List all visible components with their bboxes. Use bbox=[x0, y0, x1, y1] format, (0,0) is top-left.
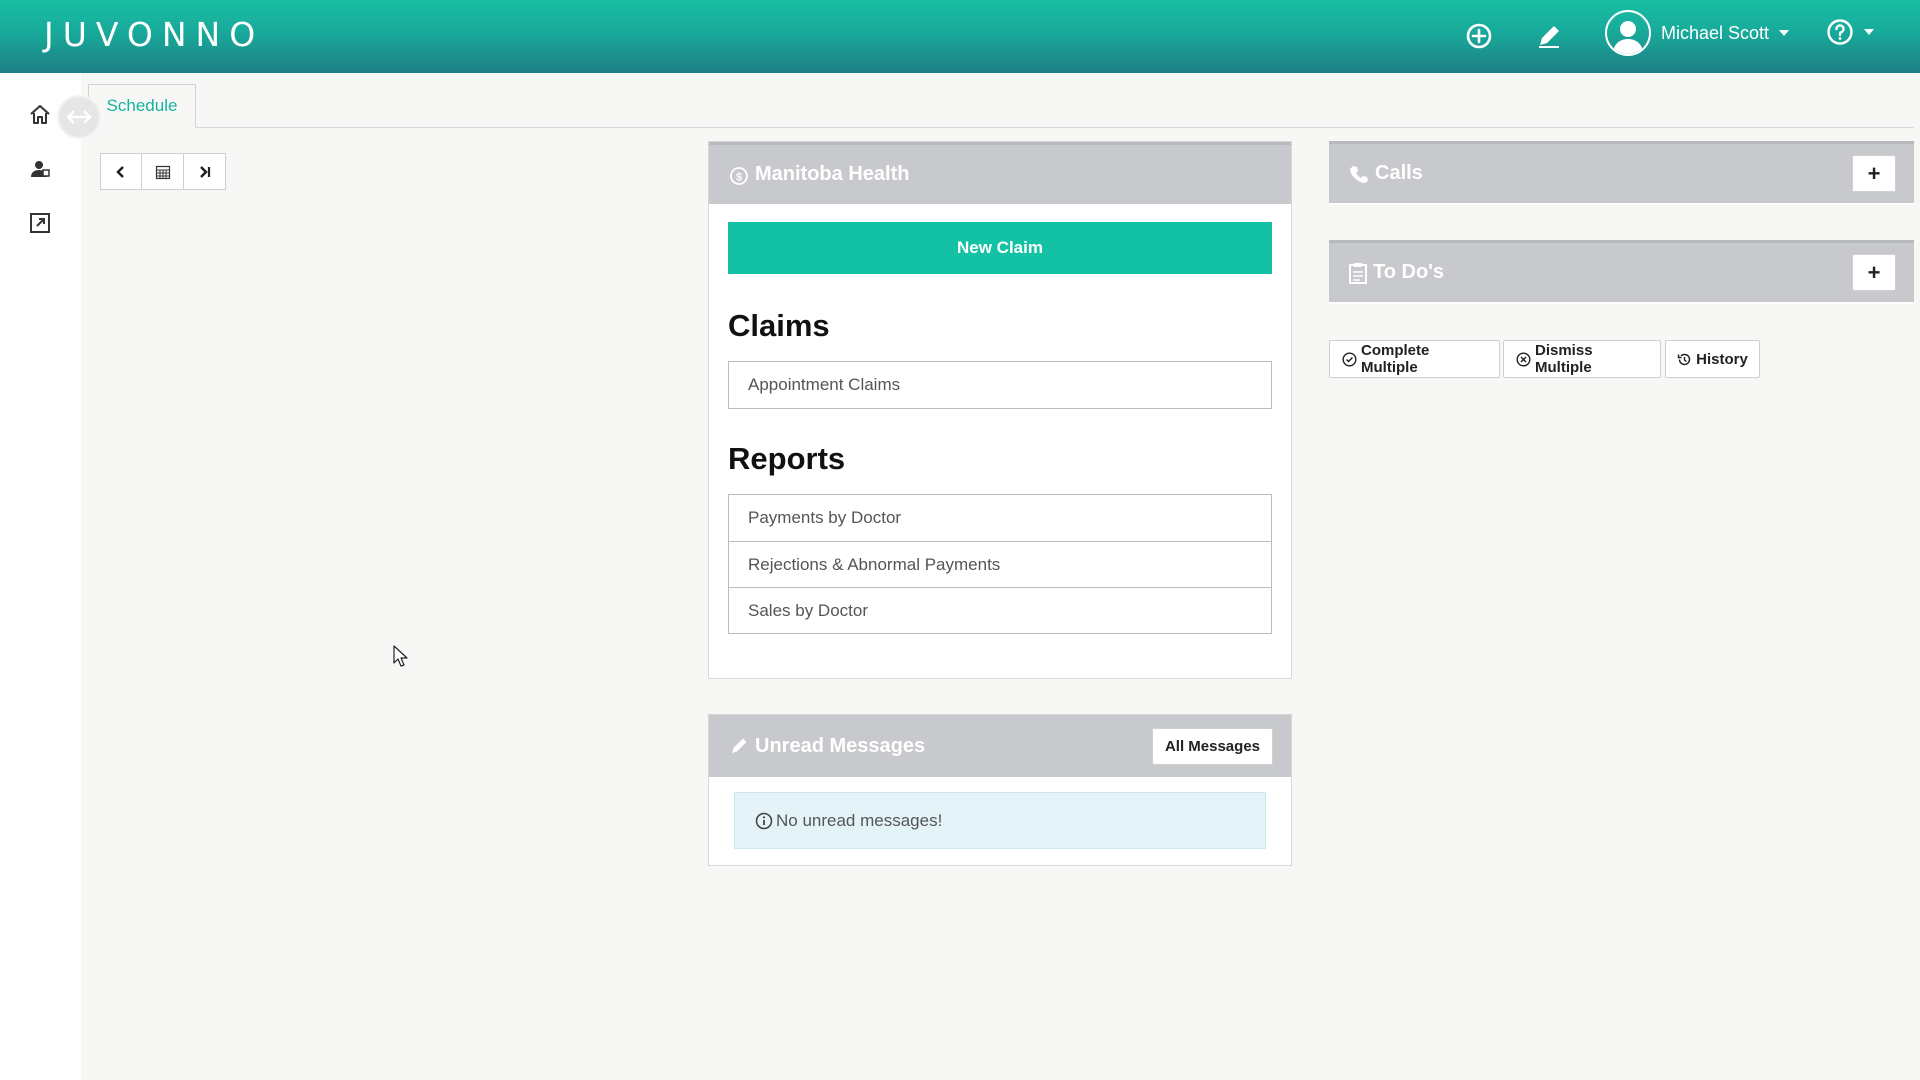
all-messages-button[interactable]: All Messages bbox=[1151, 727, 1273, 765]
todos-title: To Do's bbox=[1373, 261, 1445, 283]
dismiss-multiple-button[interactable]: Dismiss Multiple bbox=[1503, 340, 1661, 378]
unread-messages-title: Unread Messages bbox=[755, 734, 926, 757]
calls-title: Calls bbox=[1375, 162, 1423, 184]
clipboard-icon bbox=[1349, 262, 1367, 284]
calls-panel: Calls + bbox=[1329, 141, 1914, 205]
help-menu[interactable] bbox=[1826, 18, 1874, 46]
chevron-down-icon bbox=[1864, 29, 1874, 35]
external-link-icon[interactable] bbox=[25, 208, 55, 238]
juvonno-logo[interactable]: JUVONNO bbox=[44, 12, 264, 56]
dismiss-multiple-label: Dismiss Multiple bbox=[1535, 342, 1593, 376]
reports-list: Payments by Doctor Rejections & Abnormal… bbox=[728, 494, 1272, 634]
history-button[interactable]: History bbox=[1665, 340, 1760, 378]
tab-bar-divider bbox=[88, 127, 1914, 128]
reports-heading: Reports bbox=[728, 441, 846, 476]
user-menu[interactable]: Michael Scott bbox=[1605, 10, 1790, 56]
no-messages-alert: No unread messages! bbox=[734, 792, 1266, 849]
unread-messages-header: Unread Messages All Messages bbox=[709, 715, 1291, 777]
avatar-icon bbox=[1605, 10, 1651, 56]
tab-schedule[interactable]: Schedule bbox=[88, 84, 196, 128]
manitoba-health-header: $ Manitoba Health bbox=[709, 142, 1291, 204]
arrows-horizontal-icon bbox=[66, 110, 92, 124]
claims-heading: Claims bbox=[728, 308, 830, 343]
calendar-button[interactable] bbox=[142, 153, 184, 190]
mouse-cursor-icon bbox=[393, 645, 408, 667]
list-item-payments-by-doctor[interactable]: Payments by Doctor bbox=[729, 495, 1271, 541]
list-item-sales-by-doctor[interactable]: Sales by Doctor bbox=[729, 587, 1271, 633]
history-icon bbox=[1677, 352, 1692, 367]
manitoba-health-title: Manitoba Health bbox=[755, 163, 910, 185]
check-circle-icon bbox=[1342, 351, 1357, 367]
schedule-navigation bbox=[100, 153, 226, 190]
x-circle-icon bbox=[1516, 351, 1531, 367]
history-label: History bbox=[1696, 350, 1748, 368]
calls-header: Calls bbox=[1329, 141, 1914, 203]
svg-text:$: $ bbox=[736, 171, 742, 183]
home-icon[interactable] bbox=[25, 100, 55, 130]
info-circle-icon bbox=[755, 812, 773, 829]
manitoba-health-panel: $ Manitoba Health New Claim Claims Appoi… bbox=[708, 141, 1292, 679]
previous-day-button[interactable] bbox=[100, 153, 142, 190]
todos-panel: To Do's + bbox=[1329, 240, 1914, 304]
new-claim-button[interactable]: New Claim bbox=[728, 222, 1272, 274]
skip-forward-icon bbox=[199, 165, 210, 178]
add-todo-button[interactable]: + bbox=[1852, 254, 1896, 291]
claims-list: Appointment Claims bbox=[728, 361, 1272, 409]
top-navigation-bar: JUVONNO Michael Scott bbox=[0, 0, 1920, 73]
todos-header: To Do's bbox=[1329, 240, 1914, 302]
left-sidebar bbox=[0, 73, 81, 1080]
pencil-icon bbox=[729, 736, 749, 756]
tab-schedule-label: Schedule bbox=[106, 96, 178, 115]
no-messages-text: No unread messages! bbox=[776, 810, 943, 830]
pencil-icon[interactable] bbox=[1531, 18, 1567, 54]
complete-multiple-label: Complete Multiple bbox=[1361, 342, 1430, 376]
list-item-rejections-abnormal-payments[interactable]: Rejections & Abnormal Payments bbox=[729, 541, 1271, 587]
dollar-icon: $ bbox=[729, 165, 749, 185]
next-day-button[interactable] bbox=[184, 153, 226, 190]
chevron-down-icon bbox=[1779, 30, 1790, 36]
patients-icon[interactable] bbox=[25, 154, 55, 184]
list-item-appointment-claims[interactable]: Appointment Claims bbox=[729, 362, 1271, 408]
unread-messages-panel: Unread Messages All Messages No unread m… bbox=[708, 714, 1292, 866]
add-call-button[interactable]: + bbox=[1852, 155, 1896, 192]
phone-icon bbox=[1349, 164, 1369, 184]
question-circle-icon bbox=[1827, 19, 1853, 45]
plus-circle-icon[interactable] bbox=[1461, 18, 1497, 54]
calendar-icon bbox=[155, 165, 170, 179]
sidebar-toggle-button[interactable] bbox=[59, 97, 99, 137]
chevron-left-icon bbox=[116, 165, 124, 178]
complete-multiple-button[interactable]: Complete Multiple bbox=[1329, 340, 1500, 378]
user-name: Michael Scott bbox=[1661, 22, 1770, 43]
